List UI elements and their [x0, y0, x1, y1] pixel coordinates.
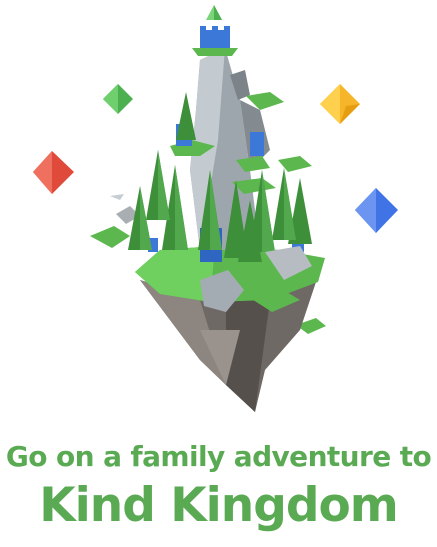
green-gem-icon: [103, 84, 133, 114]
floating-island-illustration: [33, 5, 398, 412]
top-green-gem-icon: [206, 5, 222, 20]
blue-gem-icon: [355, 188, 398, 233]
yellow-gem-icon: [320, 84, 360, 124]
headline-subtitle: Go on a family adventure to: [5, 440, 432, 473]
headline-title: Kind Kingdom: [39, 478, 399, 533]
red-gem-icon: [33, 151, 74, 194]
